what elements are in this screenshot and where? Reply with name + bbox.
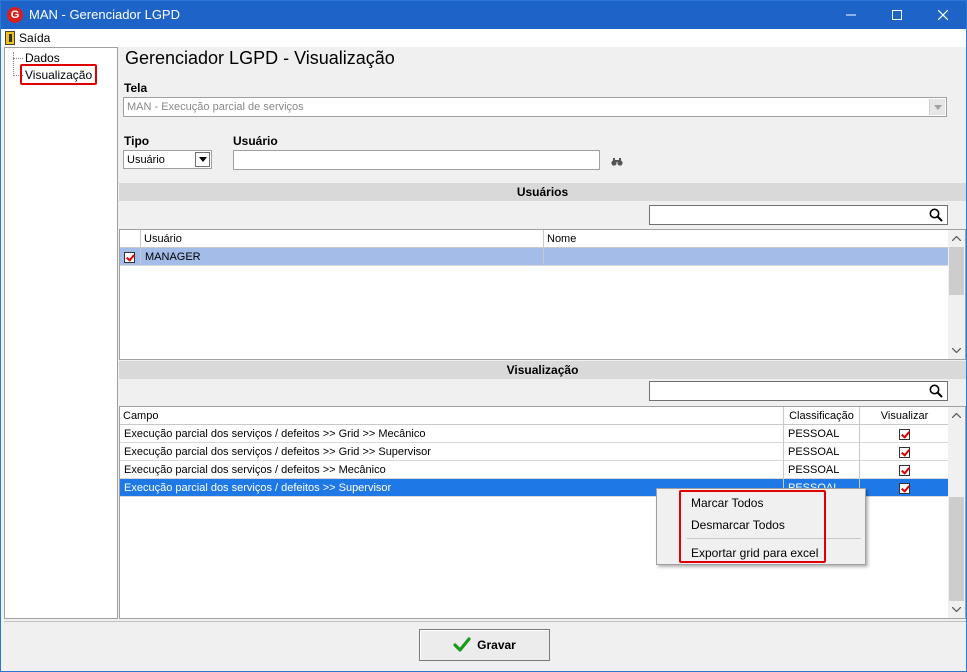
- cell-visualizar[interactable]: [860, 479, 949, 497]
- users-grid: Usuário Nome MANAGER: [119, 229, 966, 360]
- search-icon[interactable]: [929, 384, 943, 401]
- cell-campo: Execução parcial dos serviços / defeitos…: [120, 443, 784, 461]
- grid-header-visualizar[interactable]: Visualizar: [860, 407, 950, 425]
- menu-bar: Saída: [1, 29, 966, 47]
- save-button[interactable]: Gravar: [419, 629, 550, 661]
- checkbox-checked-icon: [124, 251, 135, 263]
- usuario-label: Usuário: [233, 134, 278, 148]
- table-row[interactable]: MANAGER: [120, 248, 949, 266]
- cell-visualizar[interactable]: [860, 443, 949, 461]
- minimize-icon: [846, 14, 856, 16]
- tipo-select-value: Usuário: [127, 154, 165, 166]
- maximize-button[interactable]: [874, 1, 920, 29]
- search-icon[interactable]: [929, 208, 943, 225]
- checkbox-checked-icon: [898, 446, 910, 458]
- grid-header-usuario[interactable]: Usuário: [141, 230, 544, 248]
- usuarios-section-header: Usuários: [119, 183, 966, 201]
- exit-label: Saída: [19, 31, 51, 45]
- scrollbar-thumb[interactable]: [949, 247, 964, 295]
- grid-header-nome[interactable]: Nome: [544, 230, 950, 248]
- cell-classificacao: PESSOAL: [784, 425, 860, 443]
- users-search-input[interactable]: [649, 205, 948, 225]
- navigation-tree: Dados Visualização: [4, 47, 118, 619]
- table-row[interactable]: Execução parcial dos serviços / defeitos…: [120, 461, 949, 479]
- close-button[interactable]: [920, 1, 966, 29]
- tipo-select[interactable]: Usuário: [123, 150, 212, 169]
- app-window: G MAN - Gerenciador LGPD Saída Dados Vis…: [0, 0, 967, 672]
- save-button-label: Gravar: [477, 638, 516, 652]
- window-title: MAN - Gerenciador LGPD: [29, 7, 180, 22]
- exit-menu-item[interactable]: Saída: [5, 30, 50, 46]
- checkbox-checked-icon: [898, 482, 910, 494]
- highlight-box: [20, 64, 97, 85]
- cell-visualizar[interactable]: [860, 425, 949, 443]
- tree-item-dados[interactable]: Dados: [25, 51, 60, 65]
- tela-select[interactable]: MAN - Execução parcial de serviços: [123, 97, 947, 117]
- view-grid-scrollbar[interactable]: [948, 407, 965, 618]
- cell-nome: [544, 248, 949, 266]
- highlight-box: [679, 490, 826, 563]
- grid-header-classificacao[interactable]: Classificação: [784, 407, 860, 425]
- visualizacao-section-header: Visualização: [119, 361, 966, 379]
- exit-door-icon: [5, 31, 15, 45]
- chevron-down-icon: [195, 152, 210, 167]
- cell-usuario: MANAGER: [141, 248, 544, 266]
- title-bar: G MAN - Gerenciador LGPD: [1, 1, 966, 29]
- table-row[interactable]: Execução parcial dos serviços / defeitos…: [120, 425, 949, 443]
- scroll-up-icon[interactable]: [948, 230, 965, 247]
- minimize-button[interactable]: [828, 1, 874, 29]
- row-checkbox[interactable]: [120, 248, 141, 266]
- chevron-down-icon: [929, 99, 945, 115]
- grid-header-campo[interactable]: Campo: [120, 407, 784, 425]
- usuario-field[interactable]: [233, 150, 600, 170]
- scroll-down-icon[interactable]: [948, 601, 965, 618]
- tela-select-value: MAN - Execução parcial de serviços: [127, 101, 304, 113]
- binoculars-search-icon[interactable]: [611, 156, 623, 170]
- grid-header-spacer: [120, 230, 141, 248]
- close-icon: [938, 10, 948, 20]
- page-title: Gerenciador LGPD - Visualização: [125, 48, 395, 68]
- cell-classificacao: PESSOAL: [784, 443, 860, 461]
- checkbox-checked-icon: [898, 428, 910, 440]
- view-search-input[interactable]: [649, 381, 948, 401]
- cell-campo: Execução parcial dos serviços / defeitos…: [120, 461, 784, 479]
- scroll-down-icon[interactable]: [948, 342, 965, 359]
- scroll-up-icon[interactable]: [948, 407, 965, 424]
- checkbox-checked-icon: [898, 464, 910, 476]
- tree-branch-line: [13, 58, 23, 59]
- scrollbar-thumb[interactable]: [949, 497, 964, 601]
- tela-label: Tela: [124, 81, 148, 95]
- app-logo-icon: G: [7, 7, 23, 23]
- checkmark-icon: [453, 637, 471, 652]
- cell-classificacao: PESSOAL: [784, 461, 860, 479]
- users-grid-scrollbar[interactable]: [948, 230, 965, 359]
- table-row[interactable]: Execução parcial dos serviços / defeitos…: [120, 443, 949, 461]
- cell-visualizar[interactable]: [860, 461, 949, 479]
- tipo-label: Tipo: [124, 134, 150, 148]
- tree-connector-line: [13, 52, 14, 76]
- maximize-icon: [892, 10, 902, 20]
- cell-campo: Execução parcial dos serviços / defeitos…: [120, 425, 784, 443]
